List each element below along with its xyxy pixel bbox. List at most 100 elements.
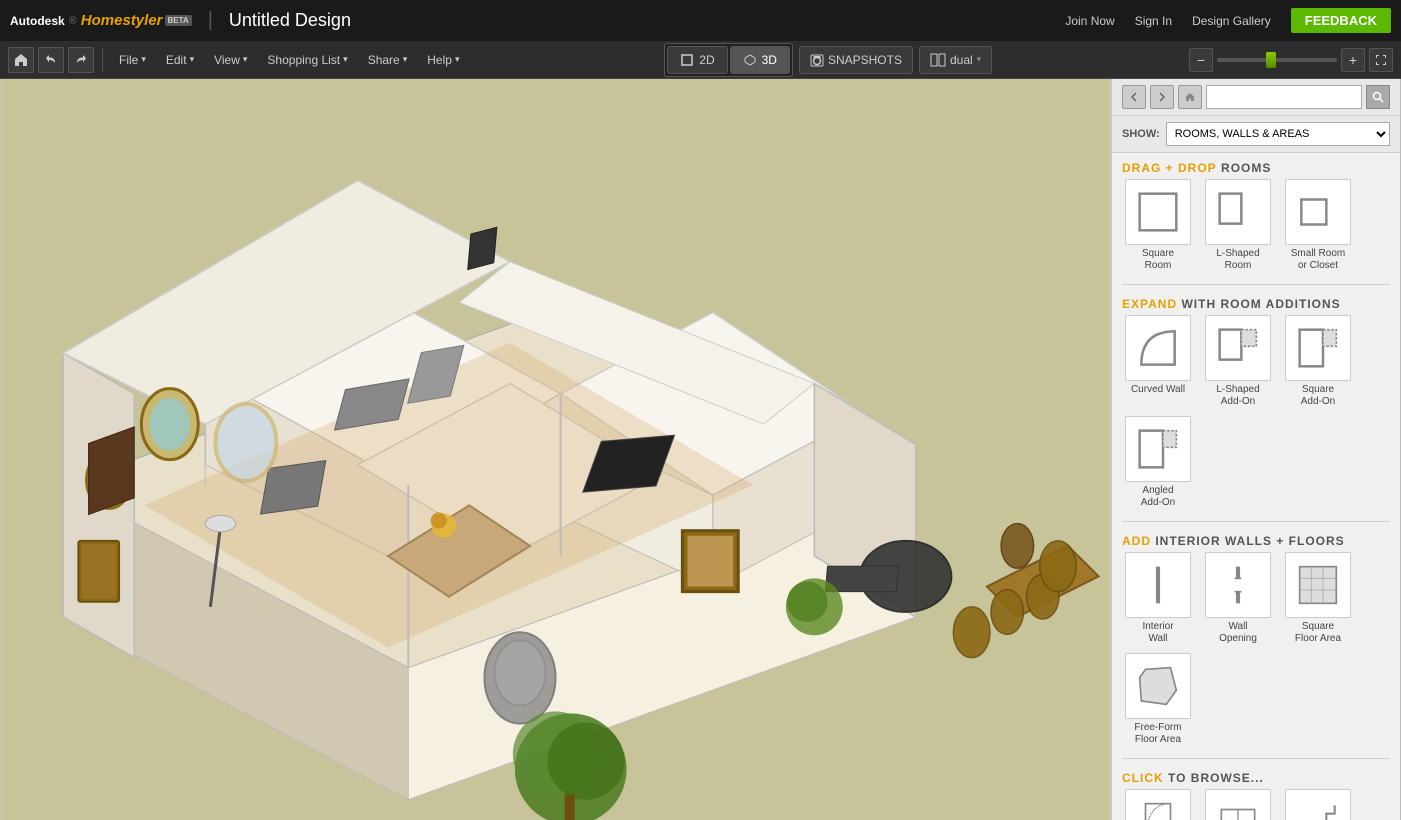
curved-wall-item[interactable]: Curved Wall bbox=[1122, 315, 1194, 408]
square-floor-icon[interactable] bbox=[1285, 552, 1351, 618]
stairs-icon[interactable] bbox=[1285, 789, 1351, 820]
fullscreen-button[interactable] bbox=[1369, 48, 1393, 72]
panel-forward-button[interactable] bbox=[1150, 85, 1174, 109]
add-label: ADD bbox=[1122, 534, 1151, 548]
wall-opening-label: WallOpening bbox=[1219, 621, 1257, 645]
divider-2 bbox=[1122, 521, 1390, 522]
angled-addon-icon[interactable] bbox=[1125, 416, 1191, 482]
l-shaped-room-icon[interactable] bbox=[1205, 179, 1271, 245]
square-floor-item[interactable]: SquareFloor Area bbox=[1282, 552, 1354, 645]
browse-label: TO BROWSE... bbox=[1168, 771, 1264, 785]
home-button[interactable] bbox=[8, 47, 34, 73]
undo-button[interactable] bbox=[38, 47, 64, 73]
l-shaped-addon-icon[interactable] bbox=[1205, 315, 1271, 381]
view-menu[interactable]: View▾ bbox=[206, 50, 255, 70]
view-2d-button[interactable]: 2D bbox=[667, 46, 727, 74]
room-types-grid: SquareRoom L-ShapedRoom Sm bbox=[1122, 179, 1390, 280]
doors-icon[interactable] bbox=[1125, 789, 1191, 820]
square-room-icon[interactable] bbox=[1125, 179, 1191, 245]
snapshots-button[interactable]: SNAPSHOTS bbox=[799, 46, 913, 74]
design-gallery-link[interactable]: Design Gallery bbox=[1192, 14, 1271, 28]
l-shaped-room-item[interactable]: L-ShapedRoom bbox=[1202, 179, 1274, 272]
edit-menu[interactable]: Edit▾ bbox=[158, 50, 202, 70]
view-3d-button[interactable]: 3D bbox=[730, 46, 790, 74]
small-room-icon[interactable] bbox=[1285, 179, 1351, 245]
small-room-item[interactable]: Small Roomor Closet bbox=[1282, 179, 1354, 272]
additions-grid: Curved Wall L-ShapedAdd-On bbox=[1122, 315, 1390, 517]
show-row: SHOW: ROOMS, WALLS & AREAS bbox=[1112, 116, 1400, 153]
zoom-in-button[interactable]: + bbox=[1341, 48, 1365, 72]
panel-home-button[interactable] bbox=[1178, 85, 1202, 109]
dual-view-button[interactable]: dual ▾ bbox=[919, 46, 992, 74]
divider-1 bbox=[1122, 284, 1390, 285]
divider-3 bbox=[1122, 758, 1390, 759]
zoom-slider-thumb[interactable] bbox=[1266, 52, 1276, 68]
redo-button[interactable] bbox=[68, 47, 94, 73]
l-shaped-room-label: L-ShapedRoom bbox=[1216, 248, 1259, 272]
canvas-area[interactable] bbox=[0, 79, 1111, 820]
rooms-label: ROOMS bbox=[1221, 161, 1271, 175]
square-room-label: SquareRoom bbox=[1142, 248, 1174, 272]
square-addon-item[interactable]: SquareAdd-On bbox=[1282, 315, 1354, 408]
walls-grid: InteriorWall WallOpening S bbox=[1122, 552, 1390, 754]
freeform-floor-item[interactable]: Free-FormFloor Area bbox=[1122, 653, 1194, 746]
panel-back-button[interactable] bbox=[1122, 85, 1146, 109]
curved-wall-label: Curved Wall bbox=[1131, 384, 1185, 396]
angled-addon-label: AngledAdd-On bbox=[1141, 485, 1175, 509]
doors-item[interactable]: Doors bbox=[1122, 789, 1194, 820]
drag-label: DRAG + DROP bbox=[1122, 161, 1217, 175]
floor-plan-view bbox=[0, 79, 1111, 820]
help-menu[interactable]: Help▾ bbox=[419, 50, 467, 70]
click-browse-header: CLICK TO BROWSE... bbox=[1122, 763, 1390, 789]
title-separator: | bbox=[208, 9, 213, 32]
zoom-slider[interactable] bbox=[1217, 58, 1337, 62]
square-addon-icon[interactable] bbox=[1285, 315, 1351, 381]
feedback-button[interactable]: FEEDBACK bbox=[1291, 8, 1391, 33]
autodesk-text: Autodesk bbox=[10, 14, 65, 28]
toolbar-right: − + bbox=[1189, 48, 1393, 72]
panel-search-button[interactable] bbox=[1366, 85, 1390, 109]
stairs-item[interactable]: Stairs bbox=[1282, 789, 1354, 820]
freeform-floor-label: Free-FormFloor Area bbox=[1134, 722, 1181, 746]
right-sidebar: SHOW: ROOMS, WALLS & AREAS DRAG + DROP R… bbox=[1111, 79, 1401, 820]
small-room-label: Small Roomor Closet bbox=[1291, 248, 1345, 272]
square-floor-label: SquareFloor Area bbox=[1295, 621, 1341, 645]
add-walls-header: ADD INTERIOR WALLS + FLOORS bbox=[1122, 526, 1390, 552]
main-area: SHOW: ROOMS, WALLS & AREAS DRAG + DROP R… bbox=[0, 79, 1401, 820]
join-now-link[interactable]: Join Now bbox=[1065, 14, 1114, 28]
browse-grid: Doors bbox=[1122, 789, 1390, 820]
sign-in-link[interactable]: Sign In bbox=[1135, 14, 1172, 28]
show-select[interactable]: ROOMS, WALLS & AREAS bbox=[1166, 122, 1390, 146]
expand-header: EXPAND WITH ROOM ADDITIONS bbox=[1122, 289, 1390, 315]
freeform-floor-icon[interactable] bbox=[1125, 653, 1191, 719]
interior-wall-item[interactable]: InteriorWall bbox=[1122, 552, 1194, 645]
angled-addon-item[interactable]: AngledAdd-On bbox=[1122, 416, 1194, 509]
square-addon-label: SquareAdd-On bbox=[1301, 384, 1335, 408]
shopping-list-menu[interactable]: Shopping List▾ bbox=[259, 50, 355, 70]
additions-label: WITH ROOM ADDITIONS bbox=[1181, 297, 1340, 311]
panel-search-input[interactable] bbox=[1206, 85, 1362, 109]
beta-badge: BETA bbox=[165, 15, 192, 26]
design-title: Untitled Design bbox=[229, 10, 351, 31]
toolbar-center: 2D 3D SNAPSHOTS dual ▾ bbox=[473, 43, 1183, 77]
build-panel-content: DRAG + DROP ROOMS SquareRoom bbox=[1112, 153, 1400, 820]
curved-wall-icon[interactable] bbox=[1125, 315, 1191, 381]
wall-opening-item[interactable]: WallOpening bbox=[1202, 552, 1274, 645]
l-shaped-addon-item[interactable]: L-ShapedAdd-On bbox=[1202, 315, 1274, 408]
zoom-out-button[interactable]: − bbox=[1189, 48, 1213, 72]
top-bar: Autodesk ® Homestyler BETA | Untitled De… bbox=[0, 0, 1401, 41]
share-menu[interactable]: Share▾ bbox=[360, 50, 416, 70]
square-room-item[interactable]: SquareRoom bbox=[1122, 179, 1194, 272]
toolbar: File▾ Edit▾ View▾ Shopping List▾ Share▾ … bbox=[0, 41, 1401, 79]
logo-area: Autodesk ® Homestyler BETA | Untitled De… bbox=[10, 9, 351, 32]
windows-icon[interactable] bbox=[1205, 789, 1271, 820]
autodesk-logo: Autodesk ® Homestyler BETA bbox=[10, 12, 192, 29]
right-panel: SHOW: ROOMS, WALLS & AREAS DRAG + DROP R… bbox=[1112, 79, 1400, 820]
windows-item[interactable]: Windows bbox=[1202, 789, 1274, 820]
interior-wall-icon[interactable] bbox=[1125, 552, 1191, 618]
file-menu[interactable]: File▾ bbox=[111, 50, 154, 70]
top-nav: Join Now Sign In Design Gallery FEEDBACK bbox=[1065, 8, 1391, 33]
l-shaped-addon-label: L-ShapedAdd-On bbox=[1216, 384, 1259, 408]
wall-opening-icon[interactable] bbox=[1205, 552, 1271, 618]
toolbar-separator-1 bbox=[102, 48, 103, 72]
